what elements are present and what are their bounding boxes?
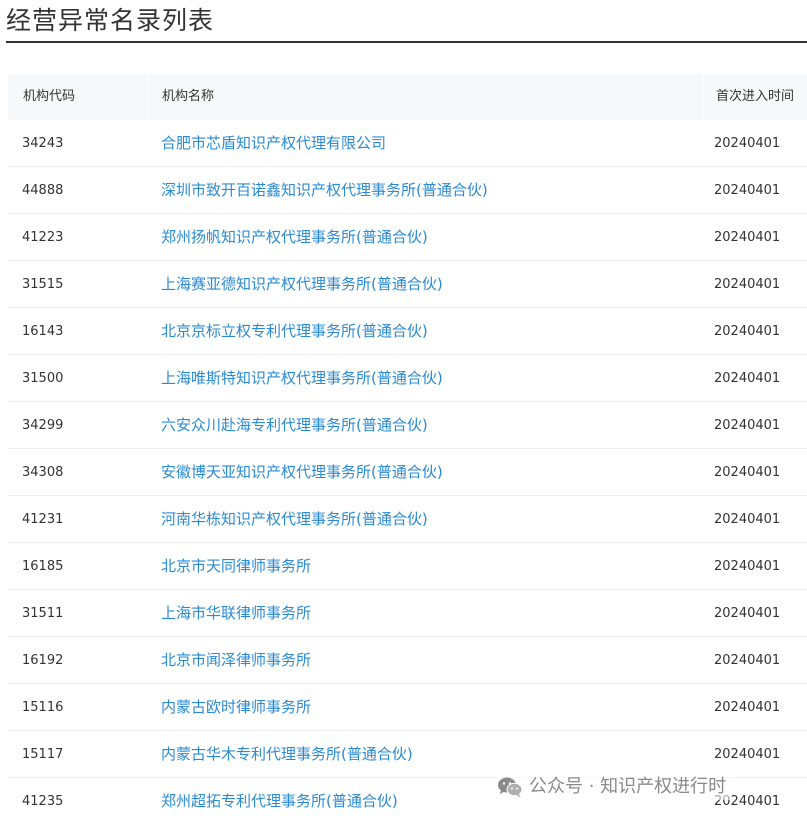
wechat-icon bbox=[498, 777, 523, 798]
org-name-link[interactable]: 上海赛亚德知识产权代理事务所(普通合伙) bbox=[161, 261, 443, 308]
org-code: 31515 bbox=[22, 277, 64, 292]
first-entry-date: 20240401 bbox=[714, 324, 781, 339]
org-code: 34299 bbox=[22, 418, 64, 433]
title-divider bbox=[6, 41, 807, 43]
watermark: 公众号 · 知识产权进行时 bbox=[497, 774, 733, 800]
org-name-link[interactable]: 北京京标立权专利代理事务所(普通合伙) bbox=[161, 308, 428, 355]
org-code: 15116 bbox=[22, 700, 64, 715]
org-name-link[interactable]: 上海市华联律师事务所 bbox=[161, 590, 311, 637]
column-header-code: 机构代码 bbox=[23, 89, 76, 104]
first-entry-date: 20240401 bbox=[714, 183, 781, 198]
org-name-link[interactable]: 六安众川赴海专利代理事务所(普通合伙) bbox=[161, 402, 428, 449]
org-code: 31500 bbox=[22, 371, 64, 386]
org-name-link[interactable]: 内蒙古欧时律师事务所 bbox=[161, 684, 311, 731]
org-name-link[interactable]: 深圳市致开百诺鑫知识产权代理事务所(普通合伙) bbox=[161, 167, 488, 214]
abnormal-list-table: 机构代码 机构名称 首次进入时间 34243 合肥市芯盾知识产权代理有限公司 202… bbox=[8, 74, 807, 818]
org-name-link[interactable]: 上海唯斯特知识产权代理事务所(普通合伙) bbox=[161, 355, 443, 402]
org-name-link[interactable]: 内蒙古华木专利代理事务所(普通合伙) bbox=[161, 731, 413, 778]
org-name-link[interactable]: 安徽博天亚知识产权代理事务所(普通合伙) bbox=[161, 449, 443, 496]
first-entry-date: 20240401 bbox=[714, 230, 781, 245]
org-name-link[interactable]: 郑州超拓专利代理事务所(普通合伙) bbox=[161, 778, 398, 818]
table-row: 41223 郑州扬帆知识产权代理事务所(普通合伙) 20240401 bbox=[8, 214, 807, 261]
table-body: 34243 合肥市芯盾知识产权代理有限公司 20240401 44888 深圳市致开百诺… bbox=[8, 120, 807, 818]
column-header-date: 首次进入时间 bbox=[716, 89, 795, 104]
org-code: 16192 bbox=[22, 653, 64, 668]
column-header-name: 机构名称 bbox=[162, 89, 215, 104]
first-entry-date: 20240401 bbox=[714, 418, 781, 433]
org-code: 34308 bbox=[22, 465, 64, 480]
table-row: 31515 上海赛亚德知识产权代理事务所(普通合伙) 20240401 bbox=[8, 261, 807, 308]
first-entry-date: 20240401 bbox=[714, 277, 781, 292]
first-entry-date: 20240401 bbox=[714, 747, 781, 762]
org-name-link[interactable]: 河南华栋知识产权代理事务所(普通合伙) bbox=[161, 496, 428, 543]
table-row: 16185 北京市天同律师事务所 20240401 bbox=[8, 543, 807, 590]
table-row: 15117 内蒙古华木专利代理事务所(普通合伙) 20240401 bbox=[8, 731, 807, 778]
org-code: 41235 bbox=[22, 794, 64, 809]
org-code: 16185 bbox=[22, 559, 64, 574]
org-code: 15117 bbox=[22, 747, 64, 762]
org-name-link[interactable]: 郑州扬帆知识产权代理事务所(普通合伙) bbox=[161, 214, 428, 261]
org-name-link[interactable]: 北京市天同律师事务所 bbox=[161, 543, 311, 590]
org-code: 44888 bbox=[22, 183, 64, 198]
table-row: 34308 安徽博天亚知识产权代理事务所(普通合伙) 20240401 bbox=[8, 449, 807, 496]
page-title: 经营异常名录列表 bbox=[6, 6, 215, 35]
first-entry-date: 20240401 bbox=[714, 512, 781, 527]
table-row: 16143 北京京标立权专利代理事务所(普通合伙) 20240401 bbox=[8, 308, 807, 355]
first-entry-date: 20240401 bbox=[714, 136, 781, 151]
column-divider bbox=[147, 74, 148, 120]
first-entry-date: 20240401 bbox=[714, 606, 781, 621]
org-code: 16143 bbox=[22, 324, 64, 339]
table-row: 31500 上海唯斯特知识产权代理事务所(普通合伙) 20240401 bbox=[8, 355, 807, 402]
first-entry-date: 20240401 bbox=[714, 465, 781, 480]
table-row: 34299 六安众川赴海专利代理事务所(普通合伙) 20240401 bbox=[8, 402, 807, 449]
page: 经营异常名录列表 机构代码 机构名称 首次进入时间 34243 合肥市芯盾知识产权… bbox=[0, 0, 807, 818]
org-code: 41223 bbox=[22, 230, 64, 245]
table-row: 16192 北京市闻泽律师事务所 20240401 bbox=[8, 637, 807, 684]
org-code: 34243 bbox=[22, 136, 64, 151]
first-entry-date: 20240401 bbox=[714, 559, 781, 574]
table-row: 15116 内蒙古欧时律师事务所 20240401 bbox=[8, 684, 807, 731]
first-entry-date: 20240401 bbox=[714, 653, 781, 668]
table-header: 机构代码 机构名称 首次进入时间 bbox=[8, 74, 807, 120]
first-entry-date: 20240401 bbox=[714, 700, 781, 715]
table-row: 34243 合肥市芯盾知识产权代理有限公司 20240401 bbox=[8, 120, 807, 167]
table-row: 41231 河南华栋知识产权代理事务所(普通合伙) 20240401 bbox=[8, 496, 807, 543]
org-code: 41231 bbox=[22, 512, 64, 527]
org-code: 31511 bbox=[22, 606, 64, 621]
table-row: 44888 深圳市致开百诺鑫知识产权代理事务所(普通合伙) 20240401 bbox=[8, 167, 807, 214]
watermark-text: 公众号 · 知识产权进行时 bbox=[529, 776, 727, 797]
first-entry-date: 20240401 bbox=[714, 371, 781, 386]
org-name-link[interactable]: 合肥市芯盾知识产权代理有限公司 bbox=[161, 120, 386, 167]
org-name-link[interactable]: 北京市闻泽律师事务所 bbox=[161, 637, 311, 684]
table-row: 31511 上海市华联律师事务所 20240401 bbox=[8, 590, 807, 637]
column-divider bbox=[703, 74, 704, 120]
